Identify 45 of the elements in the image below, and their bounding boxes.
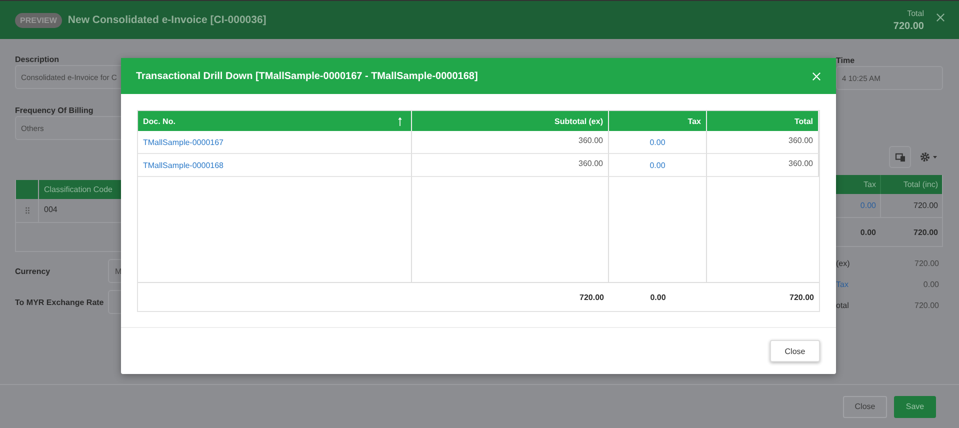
table-cell: 720.00 (412, 282, 609, 311)
tax-link[interactable]: 0.00 (609, 154, 707, 177)
table-cell-text: 720.00 (912, 200, 939, 212)
close-icon[interactable] (936, 12, 945, 22)
copy-button[interactable] (889, 146, 911, 168)
field-label: To MYR Exchange Rate (15, 298, 105, 306)
copy-icon (894, 152, 906, 162)
field-label: Frequency Of Billing (15, 106, 94, 116)
tax-link[interactable]: 0.00 (609, 131, 707, 154)
document-link[interactable]: TMallSample-0000168 (138, 154, 412, 177)
save-button[interactable]: Save (894, 396, 936, 418)
settings-icon[interactable] (919, 151, 939, 163)
table-cell-text: 004 (43, 204, 58, 216)
column-header: Classification Code (43, 185, 112, 194)
document-link[interactable]: TMallSample-0000167 (138, 131, 412, 154)
table-cell-text: 720.00 (912, 226, 939, 238)
table-cell: 360.00 (412, 131, 609, 154)
close-button[interactable]: Close (843, 396, 887, 418)
total-value: 720.00 (893, 20, 924, 32)
table-cell: 0.00 (609, 282, 707, 311)
summary-value: 720.00 (914, 301, 939, 310)
table-cell: 360.00 (412, 154, 609, 177)
total-label: Total (907, 8, 924, 18)
summary-value: 0.00 (923, 280, 939, 289)
column-header[interactable]: Total (707, 111, 819, 131)
column-header[interactable]: Subtotal (ex) (412, 111, 609, 131)
dialog-title: Transactional Drill Down [TMallSample-0000167 - TMallSample-0000168] (136, 70, 479, 82)
column-header[interactable]: Doc. No. (138, 111, 412, 131)
table-cell: 720.00 (707, 282, 819, 311)
drag-handle-icon[interactable] (24, 207, 30, 214)
summary-label: otal (836, 301, 849, 310)
table-cell-text: 0.00 (859, 226, 877, 238)
summary-label: (ex) (836, 259, 850, 268)
table-cell: 360.00 (707, 154, 819, 177)
column-header: Total (inc) (902, 180, 939, 189)
tax-link[interactable]: Tax (836, 280, 848, 289)
column-header[interactable]: Tax (609, 111, 707, 131)
field-label: Time (836, 56, 856, 66)
field-label: Currency (15, 266, 52, 276)
field-label: Description (15, 55, 60, 65)
sort-arrow-icon[interactable] (398, 116, 402, 126)
table-cell: 360.00 (707, 131, 819, 154)
summary-value: 720.00 (914, 259, 939, 268)
page-title: New Consolidated e-Invoice [CI-000036] (68, 14, 266, 26)
close-button[interactable]: Close (770, 340, 820, 362)
